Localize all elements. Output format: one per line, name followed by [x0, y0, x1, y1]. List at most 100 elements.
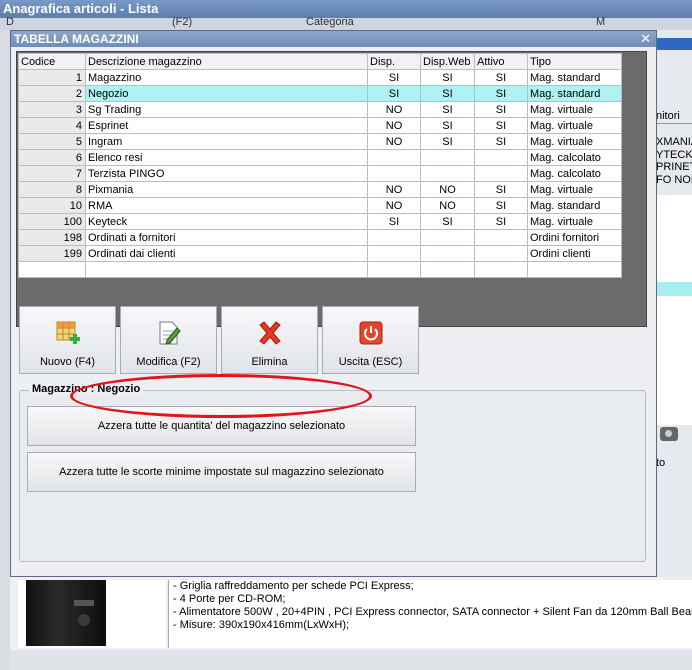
close-icon[interactable]: ✕ [640, 31, 651, 47]
row-code[interactable]: 7 [18, 165, 86, 182]
tab-fornitori[interactable]: nitori [656, 110, 692, 124]
row-disp[interactable] [367, 229, 421, 246]
row-tipo[interactable]: Mag. virtuale [527, 213, 622, 230]
reset-minimum-stock-button[interactable]: Azzera tutte le scorte minime impostate … [27, 452, 416, 492]
row-code[interactable]: 100 [18, 213, 86, 230]
row-disp-web[interactable] [420, 245, 475, 262]
row-code[interactable]: 3 [18, 101, 86, 118]
row-disp-web[interactable]: SI [420, 213, 475, 230]
row-tipo[interactable]: Mag. standard [527, 85, 622, 102]
row-disp-web[interactable] [420, 149, 475, 166]
row-tipo[interactable]: Mag. standard [527, 197, 622, 214]
row-attivo[interactable]: SI [474, 213, 528, 230]
row-disp[interactable]: NO [367, 101, 421, 118]
table-row[interactable]: 2 Negozio SI SI SI Mag. standard [18, 85, 622, 102]
row-disp[interactable] [367, 245, 421, 262]
table-row[interactable]: 100 Keyteck SI SI SI Mag. virtuale [18, 213, 622, 230]
row-disp-web[interactable]: SI [420, 69, 475, 86]
row-attivo[interactable]: SI [474, 69, 528, 86]
column-header-tipo[interactable]: Tipo [527, 53, 622, 70]
row-description[interactable]: Sg Trading [85, 101, 368, 118]
row-disp[interactable]: NO [367, 133, 421, 150]
main-list-selected-row[interactable] [656, 282, 692, 296]
list-item[interactable]: PRINET [656, 161, 692, 174]
list-item[interactable]: FO NON [656, 174, 692, 187]
row-tipo[interactable]: Ordini fornitori [527, 229, 622, 246]
row-disp-web[interactable]: SI [420, 85, 475, 102]
column-header-disp[interactable]: Disp. [367, 53, 421, 70]
reset-quantities-button[interactable]: Azzera tutte le quantita' del magazzino … [27, 406, 416, 446]
row-attivo[interactable]: SI [474, 197, 528, 214]
row-code[interactable]: 199 [18, 245, 86, 262]
row-description[interactable]: Terzista PINGO [85, 165, 368, 182]
row-attivo[interactable]: SI [474, 101, 528, 118]
row-disp[interactable]: NO [367, 197, 421, 214]
row-description[interactable]: Elenco resi [85, 149, 368, 166]
row-description[interactable]: Pixmania [85, 181, 368, 198]
edit-button[interactable]: Modifica (F2) [120, 306, 217, 374]
row-code[interactable]: 10 [18, 197, 86, 214]
table-row[interactable]: 198 Ordinati a fornitori Ordini fornitori [18, 229, 622, 246]
table-row[interactable]: 1 Magazzino SI SI SI Mag. standard [18, 69, 622, 86]
row-code[interactable]: 2 [18, 85, 86, 102]
row-tipo[interactable]: Mag. calcolato [527, 149, 622, 166]
row-description[interactable]: Ingram [85, 133, 368, 150]
row-description[interactable]: RMA [85, 197, 368, 214]
row-disp[interactable]: SI [367, 213, 421, 230]
new-button[interactable]: Nuovo (F4) [19, 306, 116, 374]
row-attivo[interactable] [474, 165, 528, 182]
row-disp[interactable] [367, 149, 421, 166]
row-code[interactable]: 5 [18, 133, 86, 150]
row-disp[interactable]: NO [367, 181, 421, 198]
row-disp-web[interactable] [420, 229, 475, 246]
row-description[interactable]: Keyteck [85, 213, 368, 230]
row-disp[interactable]: SI [367, 69, 421, 86]
row-disp[interactable] [367, 165, 421, 182]
row-tipo[interactable]: Mag. virtuale [527, 117, 622, 134]
column-header-descrizione[interactable]: Descrizione magazzino [85, 53, 368, 70]
table-row[interactable]: 4 Esprinet NO SI SI Mag. virtuale [18, 117, 622, 134]
list-item[interactable]: YTECK S [656, 149, 692, 162]
table-row[interactable]: 7 Terzista PINGO Mag. calcolato [18, 165, 622, 182]
row-attivo[interactable]: SI [474, 181, 528, 198]
main-selected-field[interactable] [656, 38, 692, 50]
row-disp-web[interactable]: SI [420, 133, 475, 150]
row-tipo[interactable]: Mag. calcolato [527, 165, 622, 182]
table-row[interactable]: 8 Pixmania NO NO SI Mag. virtuale [18, 181, 622, 198]
row-disp-web[interactable]: NO [420, 181, 475, 198]
table-row[interactable]: 199 Ordinati dai clienti Ordini clienti [18, 245, 622, 262]
row-disp-web[interactable]: SI [420, 101, 475, 118]
row-code[interactable]: 8 [18, 181, 86, 198]
row-attivo[interactable] [474, 245, 528, 262]
row-code[interactable]: 1 [18, 69, 86, 86]
row-disp-web[interactable] [420, 165, 475, 182]
table-row[interactable]: 6 Elenco resi Mag. calcolato [18, 149, 622, 166]
row-attivo[interactable]: SI [474, 117, 528, 134]
column-header-disp-web[interactable]: Disp.Web [420, 53, 475, 70]
row-description[interactable]: Ordinati a fornitori [85, 229, 368, 246]
row-description[interactable]: Negozio [85, 85, 368, 102]
row-attivo[interactable]: SI [474, 133, 528, 150]
column-header-codice[interactable]: Codice [18, 53, 86, 70]
list-item[interactable]: XMANIA [656, 136, 692, 149]
row-disp[interactable]: NO [367, 117, 421, 134]
column-header-attivo[interactable]: Attivo [474, 53, 528, 70]
row-disp-web[interactable]: SI [420, 117, 475, 134]
table-row[interactable]: 10 RMA NO NO SI Mag. standard [18, 197, 622, 214]
row-description[interactable]: Esprinet [85, 117, 368, 134]
row-attivo[interactable] [474, 229, 528, 246]
exit-button[interactable]: Uscita (ESC) [322, 306, 419, 374]
row-description[interactable]: Magazzino [85, 69, 368, 86]
row-attivo[interactable] [474, 149, 528, 166]
table-row[interactable]: 3 Sg Trading NO SI SI Mag. virtuale [18, 101, 622, 118]
table-row[interactable]: 5 Ingram NO SI SI Mag. virtuale [18, 133, 622, 150]
row-tipo[interactable]: Mag. virtuale [527, 133, 622, 150]
delete-button[interactable]: Elimina [221, 306, 318, 374]
row-disp[interactable]: SI [367, 85, 421, 102]
row-tipo[interactable]: Mag. virtuale [527, 181, 622, 198]
row-attivo[interactable]: SI [474, 85, 528, 102]
foto-button[interactable]: to [656, 425, 692, 470]
row-description[interactable]: Ordinati dai clienti [85, 245, 368, 262]
row-tipo[interactable]: Ordini clienti [527, 245, 622, 262]
row-disp-web[interactable]: NO [420, 197, 475, 214]
